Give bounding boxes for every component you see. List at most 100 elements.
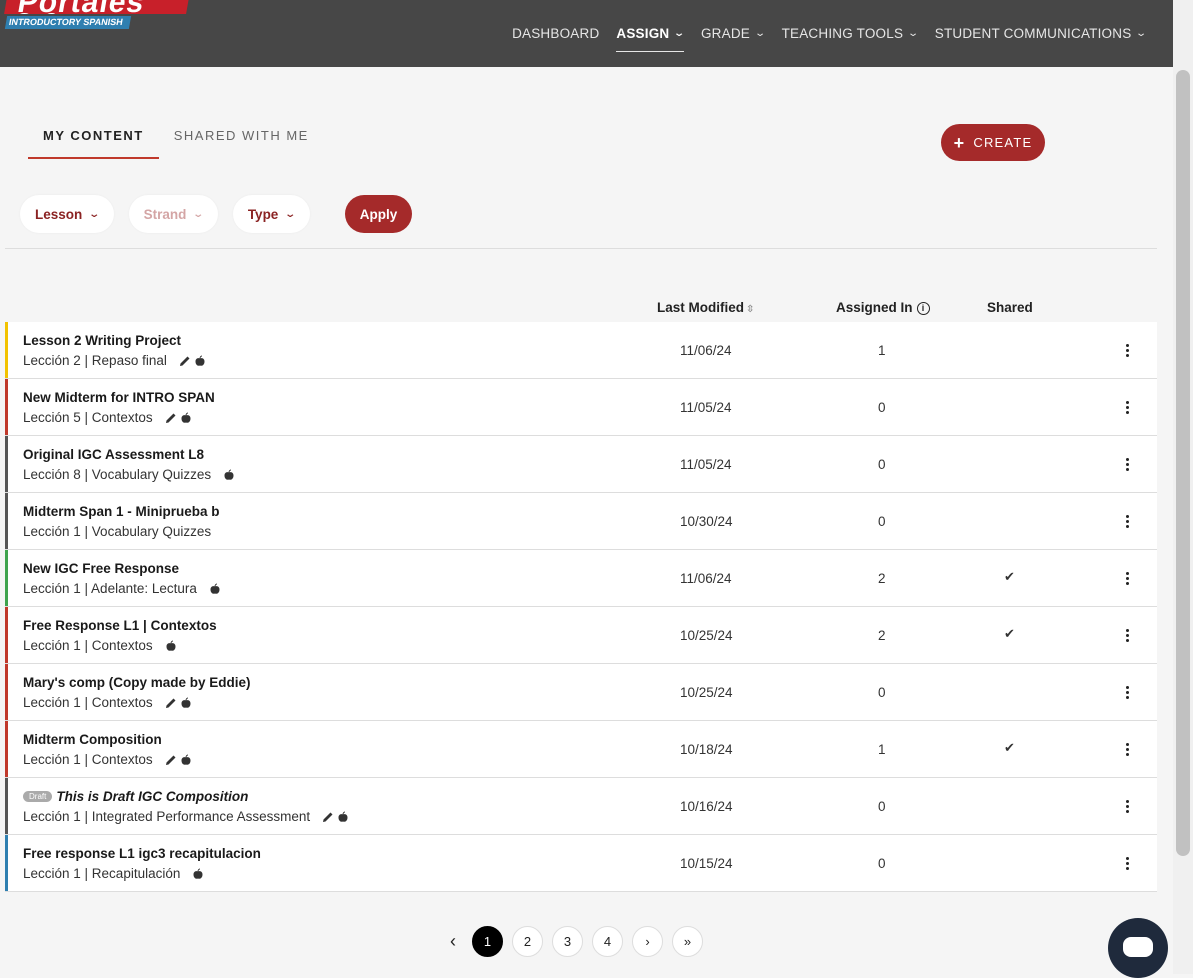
logo-title: Portales 2.0 [4,0,190,14]
table-row[interactable]: New IGC Free Response Lección 1 | Adelant… [5,550,1157,607]
row-title[interactable]: New Midterm for INTRO SPAN [23,390,215,405]
row-title[interactable]: Mary's comp (Copy made by Eddie) [23,675,251,690]
row-color-stripe [5,379,8,435]
nav-item-student-communications[interactable]: STUDENT COMMUNICATIONS ⌄ [935,0,1148,67]
row-date: 11/05/24 [680,457,732,472]
row-subtitle-text: Lección 5 | Contextos [23,410,153,425]
row-title[interactable]: Free response L1 igc3 recapitulacion [23,846,261,861]
table-row[interactable]: Midterm Composition Lección 1 | Contextos… [5,721,1157,778]
chat-button[interactable] [1108,918,1168,978]
tab-my-content[interactable]: MY CONTENT [28,118,159,159]
more-options-icon[interactable] [1121,624,1133,646]
row-subtitle: Lección 1 | Recapitulación [23,866,204,881]
content-table: Lesson 2 Writing Project Lección 2 | Repa… [5,322,1157,892]
more-options-icon[interactable] [1121,738,1133,760]
row-subtitle-text: Lección 1 | Adelante: Lectura [23,581,197,596]
row-date: 10/25/24 [680,685,733,700]
more-options-icon[interactable] [1121,795,1133,817]
more-options-icon[interactable] [1121,567,1133,589]
table-row[interactable]: Free Response L1 | Contextos Lección 1 | … [5,607,1157,664]
table-row[interactable]: Free response L1 igc3 recapitulacion Lecc… [5,835,1157,892]
row-date: 10/15/24 [680,856,733,871]
row-shared-check: ✔ [1004,569,1015,584]
vertical-scrollbar[interactable] [1173,0,1193,974]
table-row[interactable]: Midterm Span 1 - Miniprueba b Lección 1 |… [5,493,1157,550]
chat-bubble-icon [1123,937,1153,957]
chevron-down-icon: ⌄ [673,28,686,39]
table-row[interactable]: Original IGC Assessment L8 Lección 8 | Vo… [5,436,1157,493]
type-filter-dropdown[interactable]: Type ⌄ [232,195,310,233]
more-options-icon[interactable] [1121,510,1133,532]
row-assigned-count: 2 [878,571,886,586]
row-date: 10/30/24 [680,514,733,529]
pagination: ‹ 1 2 3 4 › » [443,926,703,957]
page-button-2[interactable]: 2 [512,926,543,957]
table-row[interactable]: Lesson 2 Writing Project Lección 2 | Repa… [5,322,1157,379]
row-subtitle: Lección 5 | Contextos [23,410,192,425]
page-button-4[interactable]: 4 [592,926,623,957]
tab-shared-with-me[interactable]: SHARED WITH ME [159,118,324,159]
sort-icon[interactable]: ⇳ [746,304,754,315]
info-icon[interactable]: i [916,302,930,315]
scrollbar-thumb[interactable] [1176,70,1190,856]
nav-item-assign[interactable]: ASSIGN ⌄ [616,0,686,67]
prev-page-button[interactable]: ‹ [443,931,463,952]
draft-badge: Draft [23,791,53,802]
apply-button[interactable]: Apply [345,195,412,233]
shared-header: Shared [987,300,1033,315]
row-title[interactable]: Midterm Span 1 - Miniprueba b [23,504,220,519]
row-subtitle-text: Lección 1 | Contextos [23,695,153,710]
page-button-3[interactable]: 3 [552,926,583,957]
strand-filter-dropdown[interactable]: Strand ⌄ [128,195,218,233]
table-row[interactable]: New Midterm for INTRO SPAN Lección 5 | Co… [5,379,1157,436]
next-page-button[interactable]: › [632,926,663,957]
nav-item-label: ASSIGN [616,26,670,41]
row-title[interactable]: New IGC Free Response [23,561,179,576]
pencil-icon [165,754,177,766]
nav-item-teaching-tools[interactable]: TEACHING TOOLS ⌄ [782,0,920,67]
create-button[interactable]: + CREATE [941,124,1045,161]
main-nav: DASHBOARD ASSIGN ⌄ GRADE ⌄ TEACHING TOOLS ⌄ STU… [512,0,1148,67]
apple-icon [180,754,192,766]
row-title[interactable]: Draft This is Draft IGC Composition [23,789,248,804]
portales-logo[interactable]: Portales 2.0 INTRODUCTORY SPANISH [4,0,190,29]
more-options-icon[interactable] [1121,339,1133,361]
row-title-text: New Midterm for INTRO SPAN [23,390,215,405]
table-row[interactable]: Mary's comp (Copy made by Eddie) Lección … [5,664,1157,721]
row-date: 10/16/24 [680,799,733,814]
more-options-icon[interactable] [1121,852,1133,874]
row-title-text: Lesson 2 Writing Project [23,333,182,348]
row-title[interactable]: Midterm Composition [23,732,162,747]
row-date: 11/06/24 [680,343,732,358]
row-title[interactable]: Original IGC Assessment L8 [23,447,204,462]
nav-item-grade[interactable]: GRADE ⌄ [700,0,766,67]
row-title[interactable]: Free Response L1 | Contextos [23,618,217,633]
row-date: 10/18/24 [680,742,733,757]
apple-icon [192,868,204,880]
row-title[interactable]: Lesson 2 Writing Project [23,333,181,348]
row-date: 11/05/24 [680,400,732,415]
chevron-down-icon: ⌄ [88,208,101,220]
apple-icon [180,697,192,709]
row-subtitle: Lección 1 | Adelante: Lectura [23,581,221,596]
page-button-1[interactable]: 1 [472,926,503,957]
table-row[interactable]: Draft This is Draft IGC Composition Lecció… [5,778,1157,835]
row-color-stripe [5,550,8,606]
type-filter-label: Type [247,206,279,222]
nav-item-label: GRADE [700,26,750,41]
nav-item-dashboard[interactable]: DASHBOARD [512,0,599,67]
more-options-icon[interactable] [1121,681,1133,703]
row-subtitle: Lección 1 | Contextos [23,695,192,710]
more-options-icon[interactable] [1121,396,1133,418]
row-date: 10/25/24 [680,628,733,643]
more-options-icon[interactable] [1121,453,1133,475]
last-page-button[interactable]: » [672,926,703,957]
row-title-text: This is Draft IGC Composition [56,789,249,804]
pencil-icon [165,697,177,709]
last-modified-header[interactable]: Last Modified ⇳ [657,300,754,315]
lesson-filter-label: Lesson [35,206,83,222]
row-subtitle-text: Lección 1 | Vocabulary Quizzes [23,524,212,539]
lesson-filter-dropdown[interactable]: Lesson ⌄ [20,195,114,233]
row-subtitle: Lección 1 | Contextos [23,638,177,653]
apple-icon [223,469,235,481]
